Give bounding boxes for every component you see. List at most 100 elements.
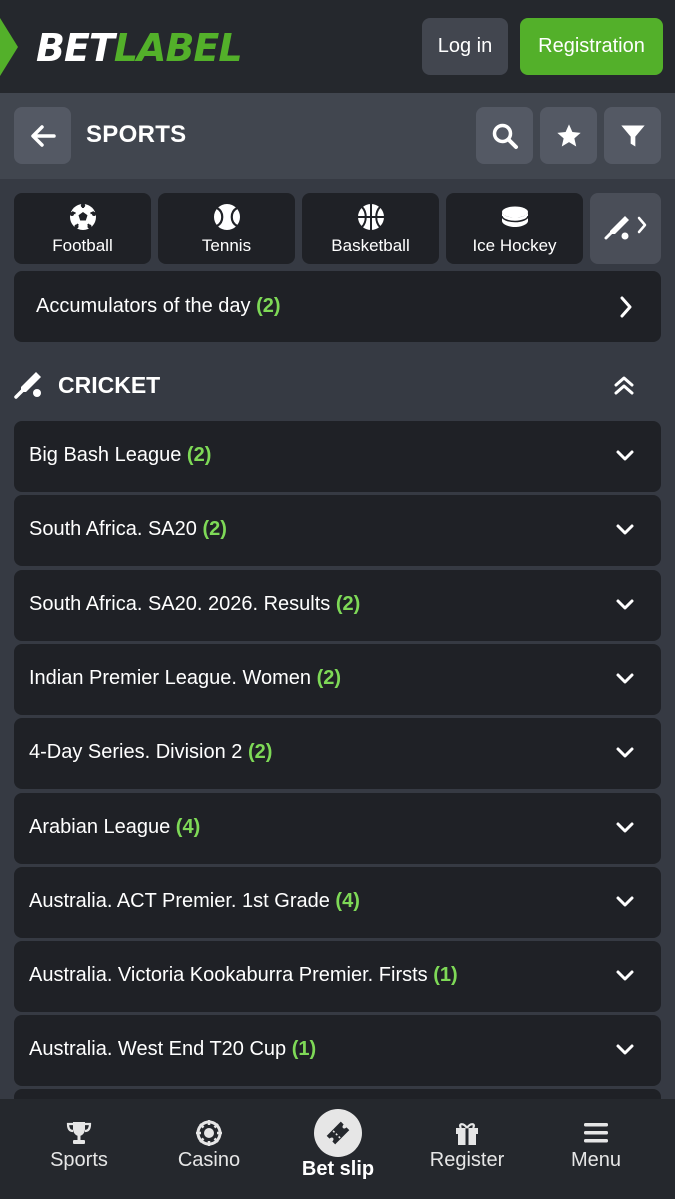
back-button[interactable] bbox=[14, 107, 71, 164]
login-button[interactable]: Log in bbox=[422, 18, 508, 75]
sport-tab-label: Ice Hockey bbox=[472, 236, 557, 255]
league-row[interactable]: 4-Day Series. Division 2 (2) bbox=[14, 718, 661, 789]
filter-button[interactable] bbox=[604, 107, 661, 164]
league-count: (2) bbox=[247, 741, 273, 763]
chevron-right-icon bbox=[620, 296, 632, 318]
league-name: Australia. Victoria Kookaburra Premier. … bbox=[29, 964, 428, 986]
football-icon bbox=[69, 203, 96, 230]
chevron-down-icon bbox=[616, 822, 634, 833]
sport-tab-label: Football bbox=[52, 236, 113, 255]
betlabel-logo[interactable]: BETLABEL bbox=[36, 26, 243, 70]
league-count: (1) bbox=[433, 964, 458, 986]
basketball-icon bbox=[357, 204, 384, 230]
search-button[interactable] bbox=[476, 107, 533, 164]
ticket-icon bbox=[326, 1121, 350, 1145]
accumulators-count: (2) bbox=[256, 295, 281, 317]
league-count: (2) bbox=[186, 444, 212, 466]
league-row[interactable]: Australia. West End T20 Cup (1) bbox=[14, 1015, 661, 1086]
league-row[interactable]: Indian Premier League. Women (2) bbox=[14, 644, 661, 715]
league-row-text: Big Bash League (2) bbox=[29, 444, 211, 467]
league-row-text: Arabian League (4) bbox=[29, 816, 200, 839]
logo-bet-text: BET bbox=[36, 26, 115, 70]
league-name: Australia. ACT Premier. 1st Grade bbox=[29, 890, 330, 912]
logo-chevron-icon bbox=[0, 18, 18, 76]
star-icon bbox=[556, 123, 581, 146]
cricket-section-header[interactable]: CRICKET bbox=[14, 368, 661, 404]
nav-label: Casino bbox=[177, 1149, 241, 1171]
nav-bet-slip[interactable]: Bet slip bbox=[288, 1099, 388, 1199]
chevron-down-icon bbox=[616, 524, 634, 535]
league-count: (4) bbox=[335, 890, 360, 912]
league-row[interactable]: Big Bash League (2) bbox=[14, 421, 661, 492]
league-row-text: Indian Premier League. Women (2) bbox=[29, 667, 341, 690]
sport-tab-label: Basketball bbox=[331, 236, 410, 255]
bet-slip-circle bbox=[314, 1109, 362, 1157]
logo-label-text: LABEL bbox=[113, 26, 243, 70]
sport-tab-tennis[interactable]: Tennis bbox=[158, 193, 295, 264]
chevron-down-icon bbox=[616, 599, 634, 610]
league-name: South Africa. SA20 bbox=[29, 518, 197, 540]
sports-toolbar: SPORTS bbox=[0, 93, 675, 179]
league-count: (2) bbox=[316, 667, 342, 689]
chevron-down-icon bbox=[616, 673, 634, 684]
top-header: BETLABEL Log in Registration bbox=[0, 0, 675, 93]
page-title: SPORTS bbox=[86, 121, 187, 148]
page: BETLABEL Log in Registration SPORTS Foot… bbox=[0, 0, 675, 1199]
ice-hockey-icon bbox=[500, 206, 529, 227]
arrow-left-icon bbox=[30, 124, 56, 147]
nav-menu[interactable]: Menu bbox=[545, 1099, 647, 1199]
tennis-icon bbox=[213, 204, 240, 230]
league-row[interactable]: Arabian League (4) bbox=[14, 793, 661, 864]
bottom-navigation: Sports Casino Bet slip Register Menu bbox=[0, 1099, 675, 1199]
gift-icon bbox=[456, 1123, 478, 1145]
league-row[interactable]: Australia. ACT Premier. 1st Grade (4) bbox=[14, 867, 661, 938]
accumulators-label: Accumulators of the day (2) bbox=[36, 295, 281, 318]
hamburger-icon bbox=[584, 1123, 608, 1143]
league-row-text: 4-Day Series. Division 2 (2) bbox=[29, 741, 272, 764]
favorites-button[interactable] bbox=[540, 107, 597, 164]
league-name: Big Bash League bbox=[29, 444, 182, 466]
league-count: (1) bbox=[291, 1038, 317, 1060]
nav-casino[interactable]: Casino bbox=[158, 1099, 260, 1199]
registration-button[interactable]: Registration bbox=[520, 18, 663, 75]
league-row-text: Australia. Victoria Kookaburra Premier. … bbox=[29, 964, 458, 987]
league-row[interactable]: Australia. Victoria Kookaburra Premier. … bbox=[14, 941, 661, 1012]
league-name: Arabian League bbox=[29, 816, 171, 838]
league-count: (2) bbox=[335, 593, 361, 615]
section-title: CRICKET bbox=[58, 372, 161, 398]
league-row[interactable]: South Africa. SA20 (2) bbox=[14, 495, 661, 566]
sport-tab-basketball[interactable]: Basketball bbox=[302, 193, 439, 264]
nav-register[interactable]: Register bbox=[416, 1099, 518, 1199]
sport-tab-football[interactable]: Football bbox=[14, 193, 151, 264]
league-row-text: South Africa. SA20. 2026. Results (2) bbox=[29, 593, 360, 616]
league-name: 4-Day Series. Division 2 bbox=[29, 741, 243, 763]
cricket-bat-icon bbox=[14, 372, 41, 399]
league-count: (2) bbox=[202, 518, 227, 540]
accumulators-of-the-day[interactable]: Accumulators of the day (2) bbox=[14, 271, 661, 342]
nav-sports[interactable]: Sports bbox=[28, 1099, 130, 1199]
nav-label: Bet slip bbox=[301, 1158, 375, 1180]
league-count: (4) bbox=[175, 816, 201, 838]
nav-label: Register bbox=[429, 1149, 505, 1171]
league-name: Indian Premier League. Women bbox=[29, 667, 312, 689]
league-row-text: Australia. ACT Premier. 1st Grade (4) bbox=[29, 890, 360, 913]
double-chevron-up-icon bbox=[614, 376, 634, 395]
sport-tab-ice-hockey[interactable]: Ice Hockey bbox=[446, 193, 583, 264]
league-row-text: Australia. West End T20 Cup (1) bbox=[29, 1038, 316, 1061]
search-icon bbox=[492, 123, 518, 149]
league-name: South Africa. SA20. 2026. Results bbox=[29, 593, 331, 615]
league-row[interactable]: South Africa. SA20. 2026. Results (2) bbox=[14, 570, 661, 641]
league-row-text: South Africa. SA20 (2) bbox=[29, 518, 227, 541]
cricket-more-icon bbox=[604, 216, 646, 240]
chevron-down-icon bbox=[616, 1044, 634, 1055]
chevron-down-icon bbox=[616, 970, 634, 981]
filter-icon bbox=[620, 125, 645, 146]
league-name: Australia. West End T20 Cup bbox=[29, 1038, 287, 1060]
chevron-down-icon bbox=[616, 896, 634, 907]
sport-tab-more[interactable] bbox=[590, 193, 661, 264]
casino-chip-icon bbox=[196, 1120, 222, 1146]
accumulators-text: Accumulators of the day bbox=[36, 295, 251, 317]
chevron-down-icon bbox=[616, 747, 634, 758]
nav-label: Menu bbox=[570, 1149, 622, 1171]
trophy-icon bbox=[66, 1122, 92, 1144]
